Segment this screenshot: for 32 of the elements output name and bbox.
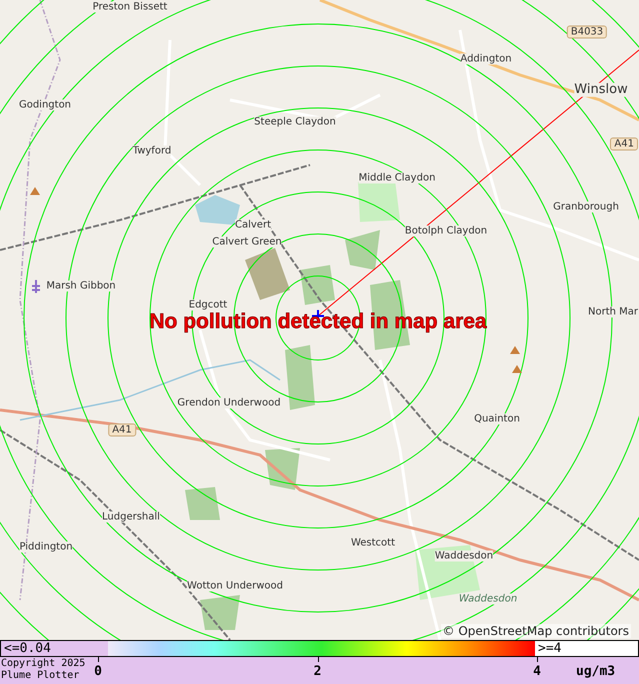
place-name-label: Calvert Green	[212, 236, 282, 248]
copyright-text: Copyright 2025 Plume Plotter	[1, 658, 86, 682]
road-number-label: B4033	[566, 26, 608, 38]
place-name-label: Botolph Claydon	[404, 226, 488, 236]
unit-label: ug/m3	[576, 664, 616, 679]
place-name-label: Edgcott	[188, 300, 228, 310]
place-name-label: Steeple Claydon	[254, 116, 336, 128]
place-name-label: Quainton	[474, 414, 520, 424]
place-name-label: Godington	[18, 100, 72, 110]
place-name-label: Wotton Underwood	[187, 580, 283, 592]
place-name-label: Granborough	[553, 202, 619, 212]
high-limit-label: >=4	[535, 641, 638, 656]
place-name-label: Waddesdon	[434, 550, 494, 562]
place-name-label: Calvert	[235, 220, 271, 230]
place-name-label: Twyford	[132, 146, 172, 156]
place-name-label: Marsh Gibbon	[46, 280, 116, 292]
place-name-label: Middle Claydon	[358, 172, 436, 184]
place-name-label: North Mar	[588, 306, 638, 318]
map-attribution: © OpenStreetMap contributors	[440, 624, 631, 638]
road-number-label: A41	[108, 424, 136, 436]
place-name-label: Preston Bissett	[92, 2, 168, 12]
place-name-label: Westcott	[350, 538, 396, 548]
scale-tick-label: 0	[94, 664, 102, 679]
place-name-label: Ludgershall	[102, 512, 160, 522]
place-name-label: Winslow	[574, 82, 628, 98]
scale-tick-label: 2	[314, 664, 322, 679]
place-name-label: Piddington	[19, 542, 73, 552]
place-name-label: Addington	[460, 54, 512, 64]
place-name-label: Waddesdon	[458, 594, 518, 604]
scale-tick-label: 4	[533, 664, 541, 679]
place-name-label: Grendon Underwood	[177, 398, 281, 408]
road-number-label: A41	[610, 138, 638, 150]
